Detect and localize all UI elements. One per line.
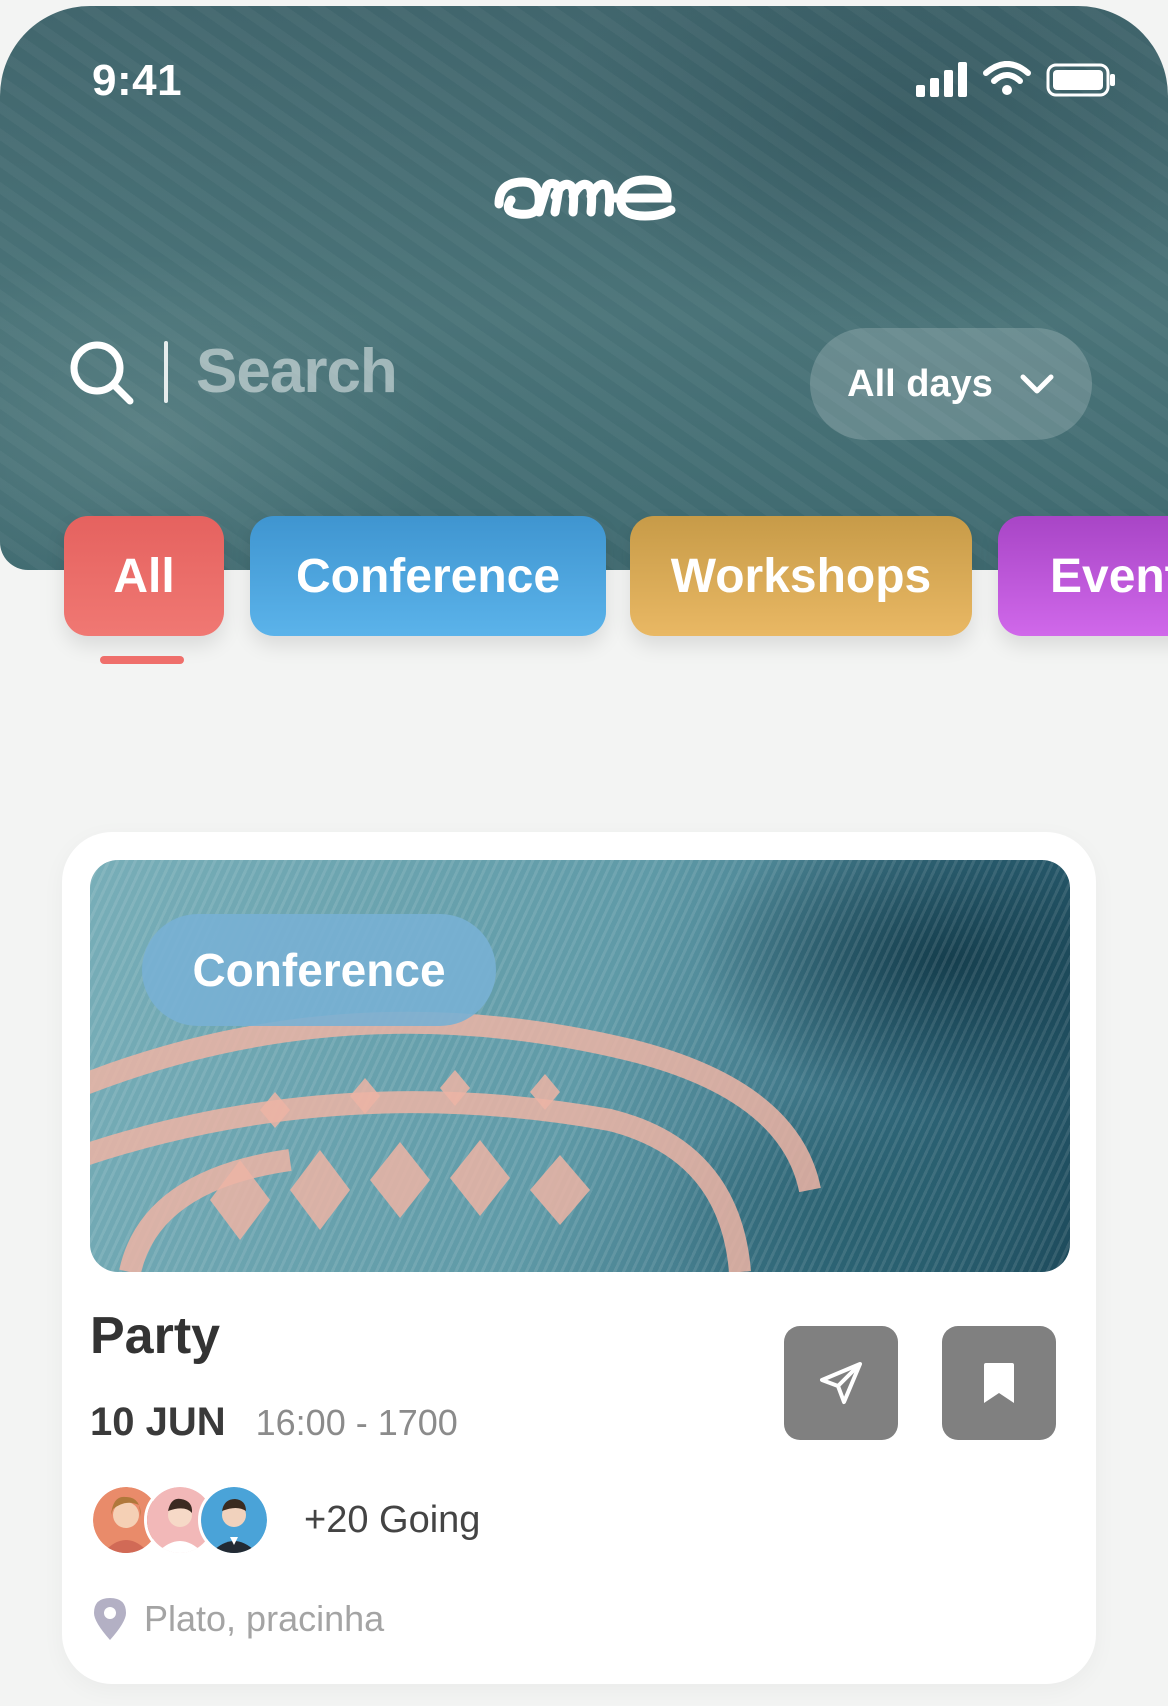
going-count: +20 Going xyxy=(304,1498,481,1541)
event-title: Party xyxy=(90,1307,221,1365)
status-icons xyxy=(916,61,1116,97)
wifi-icon xyxy=(983,61,1031,95)
search-bar[interactable]: Search xyxy=(66,336,398,407)
day-filter-label: All days xyxy=(847,362,993,405)
tab-all[interactable]: All xyxy=(64,516,224,636)
tab-conference[interactable]: Conference xyxy=(250,516,606,636)
status-time: 9:41 xyxy=(92,56,183,105)
chevron-down-icon xyxy=(1020,374,1054,394)
day-filter-dropdown[interactable]: All days xyxy=(810,328,1092,440)
share-button[interactable] xyxy=(784,1326,898,1440)
bookmark-button[interactable] xyxy=(942,1326,1056,1440)
app-logo xyxy=(0,156,1168,231)
event-location: Plato, pracinha xyxy=(90,1596,384,1642)
tab-workshops[interactable]: Workshops xyxy=(630,516,972,636)
text-caret xyxy=(164,340,168,403)
event-date: 10 JUN xyxy=(90,1400,226,1444)
header: 9:41 Search All days xyxy=(0,6,1168,570)
logo-mark xyxy=(494,175,676,221)
app-screen: 9:41 Search All days All Conference Work… xyxy=(0,0,1168,1706)
location-pin-icon xyxy=(94,1598,126,1640)
search-icon[interactable] xyxy=(66,337,136,407)
signal-icon xyxy=(916,62,967,97)
battery-icon xyxy=(1046,63,1115,97)
avatar xyxy=(198,1484,270,1556)
event-datetime: 10 JUN 16:00 - 1700 xyxy=(90,1400,458,1445)
bookmark-icon xyxy=(984,1363,1014,1403)
send-icon xyxy=(820,1362,862,1404)
category-badge: Conference xyxy=(142,914,496,1026)
tab-event[interactable]: Event xyxy=(998,516,1168,636)
search-input[interactable]: Search xyxy=(196,336,398,407)
event-time: 16:00 - 1700 xyxy=(255,1402,458,1443)
active-tab-indicator xyxy=(100,656,184,664)
event-image: Conference xyxy=(90,860,1070,1272)
location-text: Plato, pracinha xyxy=(144,1598,385,1639)
attendees[interactable]: +20 Going xyxy=(90,1484,480,1556)
event-card[interactable]: Conference Party 10 JUN 16:00 - 1700 +20… xyxy=(62,832,1096,1684)
